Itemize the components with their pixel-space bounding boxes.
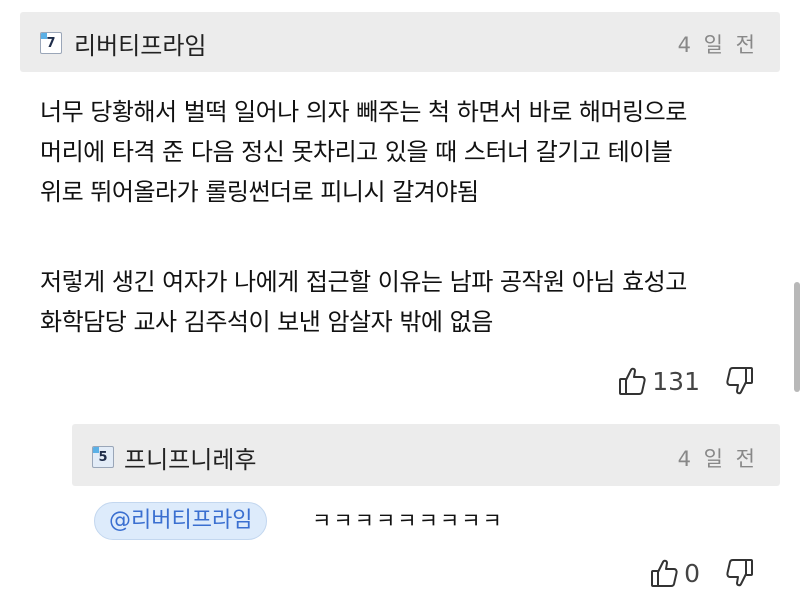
- thumbs-down-icon[interactable]: [726, 558, 754, 588]
- thumbs-up-icon[interactable]: [618, 366, 646, 396]
- comment-line: 너무 당황해서 벌떡 일어나 의자 빼주는 척 하면서 바로 해머링으로: [40, 98, 687, 126]
- comment-like-count: 131: [652, 366, 700, 396]
- comment-username[interactable]: 리버티프라임: [74, 26, 206, 61]
- reply-header: 5 프니프니레후 4 일 전: [72, 424, 780, 486]
- comment-vote-row: 131: [618, 366, 754, 396]
- comment-line: 머리에 타격 준 다음 정신 못차리고 있을 때 스터너 갈기고 테이블: [40, 138, 673, 166]
- comment-body: 너무 당황해서 벌떡 일어나 의자 빼주는 척 하면서 바로 해머링으로 머리에…: [40, 92, 780, 342]
- comment-timestamp: 4 일 전: [677, 33, 758, 57]
- user-level-badge: 5: [92, 446, 114, 468]
- reply-username[interactable]: 프니프니레후: [124, 440, 256, 475]
- reply-timestamp: 4 일 전: [677, 447, 758, 471]
- comment-line: 위로 뛰어올라가 롤링썬더로 피니시 갈겨야됨: [40, 178, 479, 206]
- user-level-badge: 7: [40, 32, 62, 54]
- reply-vote-row: 0: [650, 558, 754, 588]
- scrollbar[interactable]: [794, 282, 800, 392]
- mention-chip[interactable]: @리버티프라임: [94, 502, 268, 540]
- comment-header: 7 리버티프라임 4 일 전: [20, 12, 780, 72]
- comment-line: 화학담당 교사 김주석이 보낸 암살자 밖에 없음: [40, 308, 493, 336]
- comment-line: 저렇게 생긴 여자가 나에게 접근할 이유는 남파 공작원 아님 효성고: [40, 268, 687, 296]
- thumbs-down-icon[interactable]: [726, 366, 754, 396]
- reply-text: ㅋㅋㅋㅋㅋㅋㅋㅋㅋ: [312, 509, 504, 533]
- reply-like-count: 0: [684, 558, 700, 588]
- thumbs-up-icon[interactable]: [650, 558, 678, 588]
